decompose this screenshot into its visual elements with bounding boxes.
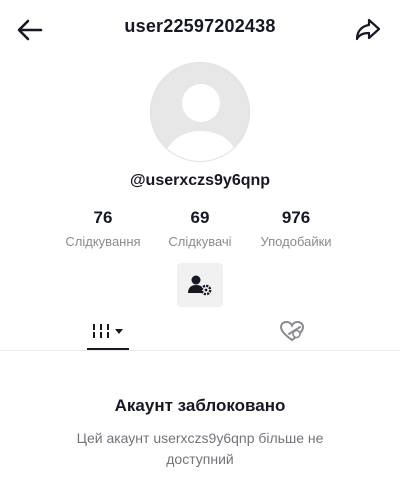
header: user22597202438 xyxy=(0,0,400,58)
profile-page: user22597202438 @userxczs9y6qnp 76 Слідк… xyxy=(0,0,400,501)
blocked-message: Цей акаунт userxczs9y6qnp більше не дост… xyxy=(76,430,324,467)
tabs-divider xyxy=(0,350,400,351)
blocked-title: Акаунт заблоковано xyxy=(114,396,286,415)
followers-count: 69 xyxy=(190,208,210,227)
default-avatar-icon xyxy=(151,63,249,161)
user-settings-icon xyxy=(188,275,212,296)
stat-likes[interactable]: 976 Уподобайки xyxy=(241,208,351,249)
profile-username: @userxczs9y6qnp xyxy=(129,172,271,189)
stat-following[interactable]: 76 Слідкування xyxy=(48,208,158,249)
likes-count: 976 xyxy=(281,208,311,227)
stat-followers[interactable]: 69 Слідкувачі xyxy=(145,208,255,249)
header-title: user22597202438 xyxy=(124,16,276,36)
following-count: 76 xyxy=(93,208,113,227)
stats-row: 76 Слідкування 69 Слідкувачі 976 Уподоба… xyxy=(0,208,400,256)
tab-liked[interactable] xyxy=(276,312,308,350)
following-label: Слідкування xyxy=(65,234,141,249)
likes-label: Уподобайки xyxy=(260,234,332,249)
heart-hidden-icon xyxy=(279,320,305,342)
share-button[interactable] xyxy=(352,14,384,46)
followers-label: Слідкувачі xyxy=(168,234,232,249)
grid-bars-dropdown-icon xyxy=(91,324,123,338)
share-arrow-icon xyxy=(355,18,381,41)
content-tabs xyxy=(0,312,400,350)
avatar[interactable] xyxy=(150,62,250,162)
tab-videos[interactable] xyxy=(87,312,129,350)
profile-settings-button[interactable] xyxy=(177,263,223,307)
